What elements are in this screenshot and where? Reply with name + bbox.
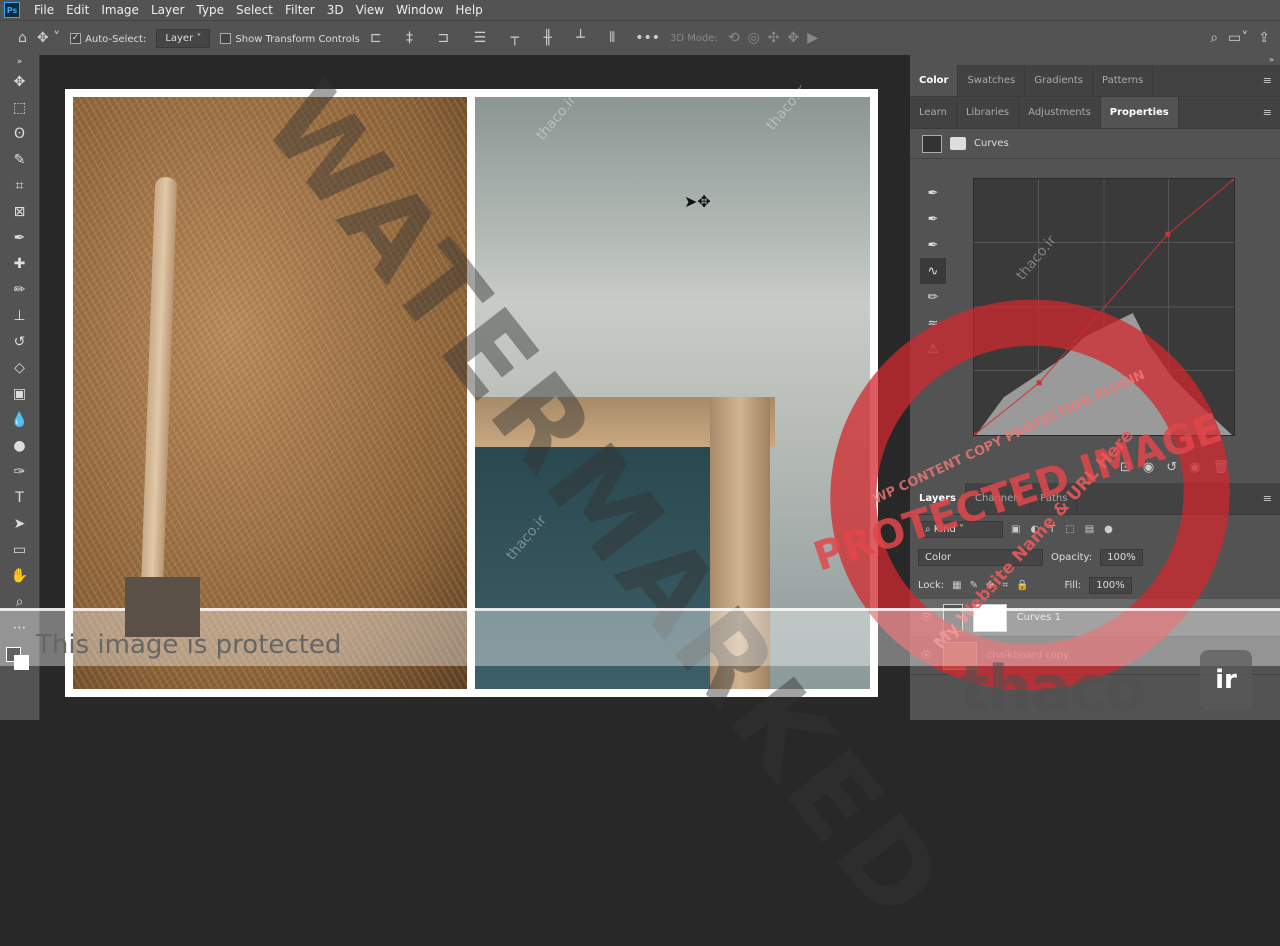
curve-point[interactable] [1231,178,1235,182]
menu-bar: Ps File Edit Image Layer Type Select Fil… [0,0,1280,20]
move-cursor-icon: ➤✥ [684,192,711,211]
checkbox-checked-icon: ✓ [70,33,82,44]
eyedropper-white-icon[interactable]: ✒ [920,232,946,258]
hand-tool-icon[interactable]: ✋ [0,563,39,589]
history-brush-icon[interactable]: ↺ [0,329,39,355]
healing-brush-icon[interactable]: ✚ [0,251,39,277]
auto-select-label: Auto-Select: [85,33,147,45]
align-icons[interactable]: ⊏ ‡ ⊐ ☰ ┬ ╫ ┴ ⫴ [370,30,625,46]
eyedropper-icon[interactable]: ✒ [0,225,39,251]
layer-select[interactable]: Layer ˅ [156,28,211,48]
menu-3d[interactable]: 3D [321,3,350,17]
tab-libraries[interactable]: Libraries [957,97,1020,128]
tab-adjustments[interactable]: Adjustments [1019,97,1101,128]
panel-menu-icon[interactable]: ≡ [1263,65,1280,96]
show-transform-label: Show Transform Controls [235,33,360,45]
pencil-icon[interactable]: ✏ [920,284,946,310]
stamp-tool-icon[interactable]: ⊥ [0,303,39,329]
crop-tool-icon[interactable]: ⌗ [0,173,39,199]
menu-select[interactable]: Select [230,3,279,17]
type-tool-icon[interactable]: T [0,485,39,511]
search-icon[interactable]: ⌕ [1210,30,1218,46]
eraser-icon[interactable]: ◇ [0,355,39,381]
menu-view[interactable]: View [350,3,390,17]
auto-select-checkbox[interactable]: ✓ Auto-Select: [70,32,146,45]
layer-select-value: Layer [165,32,194,44]
curve-point-tool-icon[interactable]: ∿ [920,258,946,284]
tab-patterns[interactable]: Patterns [1093,65,1154,96]
gradient-tool-icon[interactable]: ▣ [0,381,39,407]
collapse-icon[interactable]: » [0,55,39,69]
collapse-icon[interactable]: » [910,55,1280,65]
photoshop-logo: Ps [4,2,20,18]
checkbox-icon [220,33,232,44]
brand-logo-suffix: ir [1200,650,1252,710]
marquee-tool-icon[interactable]: ⬚ [0,95,39,121]
pen-tool-icon[interactable]: ✑ [0,459,39,485]
brand-logo: thaco [960,652,1147,725]
tab-gradients[interactable]: Gradients [1025,65,1093,96]
lasso-tool-icon[interactable]: ʘ [0,121,39,147]
move-tool-icon[interactable]: ✥ ˅ [37,30,60,46]
dodge-tool-icon[interactable]: ● [0,433,39,459]
panel-menu-icon[interactable]: ≡ [1263,483,1280,514]
share-icon[interactable]: ⇪ [1258,30,1270,46]
frame-tool-icon[interactable]: ⊠ [0,199,39,225]
more-icon[interactable]: ••• [635,30,660,46]
mask-icon[interactable] [950,137,966,150]
properties-title: Curves [974,138,1009,149]
options-bar: ⌂ ✥ ˅ ✓ Auto-Select: Layer ˅ Show Transfo… [0,20,1280,55]
home-icon[interactable]: ⌂ [18,30,27,46]
menu-filter[interactable]: Filter [279,3,321,17]
show-transform-checkbox[interactable]: Show Transform Controls [220,32,360,45]
tab-color[interactable]: Color [910,65,959,96]
quick-select-icon[interactable]: ✎ [0,147,39,173]
axe-head [125,577,200,637]
menu-window[interactable]: Window [390,3,449,17]
brush-tool-icon[interactable]: ✏ [0,277,39,303]
menu-file[interactable]: File [28,3,60,17]
path-select-icon[interactable]: ➤ [0,511,39,537]
curves-adjustment-icon [922,134,942,153]
workspace-icon[interactable]: ▭˅ [1228,30,1248,46]
move-tool-icon[interactable]: ✥ [0,69,39,95]
rectangle-tool-icon[interactable]: ▭ [0,537,39,563]
blur-tool-icon[interactable]: 💧 [0,407,39,433]
3d-tools-icons[interactable]: ⟲◎✣✥▶ [728,30,826,46]
curve-point[interactable] [1165,231,1171,237]
panel-menu-icon[interactable]: ≡ [1263,97,1280,128]
tab-learn[interactable]: Learn [910,97,957,128]
3d-mode-label: 3D Mode: [669,32,718,44]
properties-panel-tabs: Learn Libraries Adjustments Properties ≡ [910,97,1280,129]
tab-properties[interactable]: Properties [1100,97,1179,128]
tab-swatches[interactable]: Swatches [958,65,1026,96]
eyedropper-black-icon[interactable]: ✒ [920,180,946,206]
menu-layer[interactable]: Layer [145,3,190,17]
eyedropper-gray-icon[interactable]: ✒ [920,206,946,232]
axe-handle [140,176,178,598]
properties-header: Curves [910,129,1280,159]
menu-type[interactable]: Type [190,3,230,17]
menu-help[interactable]: Help [449,3,488,17]
color-panel-tabs: Color Swatches Gradients Patterns ≡ [910,65,1280,97]
menu-image[interactable]: Image [95,3,145,17]
menu-edit[interactable]: Edit [60,3,95,17]
